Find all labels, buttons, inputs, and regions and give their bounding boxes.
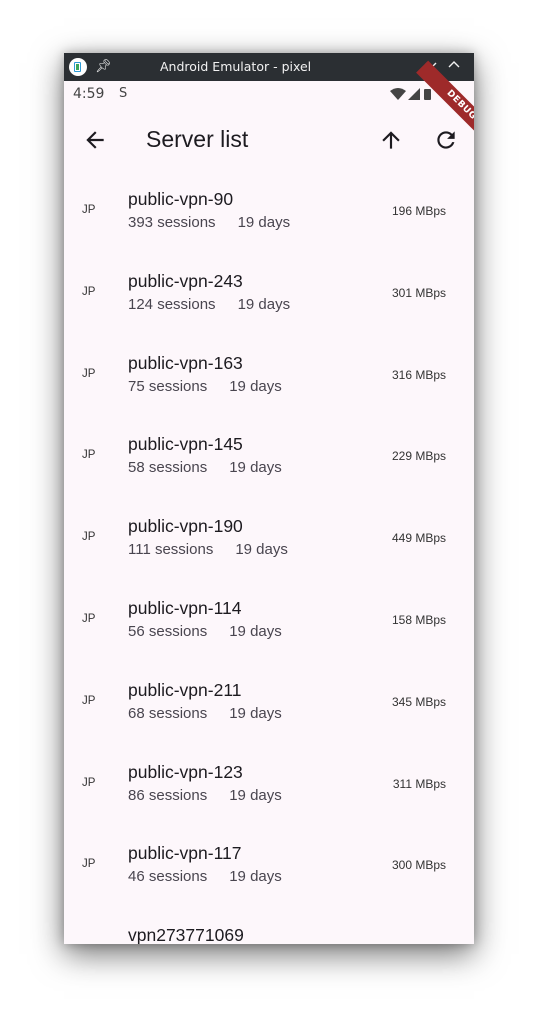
server-name: vpn273771069 xyxy=(128,925,244,944)
country-code: JP xyxy=(82,694,96,707)
server-speed: 449 MBps xyxy=(391,531,446,546)
server-meta: 75 sessions 19 days xyxy=(128,378,282,396)
country-code: JP xyxy=(82,612,96,625)
server-speed: 158 MBps xyxy=(391,612,446,627)
list-item[interactable]: JP public-vpn-243 124 sessions 19 days 30… xyxy=(64,253,474,335)
session-count: 56 sessions xyxy=(128,622,208,640)
uptime: 19 days xyxy=(229,622,282,640)
list-item[interactable]: JP public-vpn-190 111 sessions 19 days 44… xyxy=(64,498,474,580)
uptime: 19 days xyxy=(229,377,282,395)
server-meta: 111 sessions 19 days xyxy=(128,541,288,559)
session-count: 111 sessions xyxy=(128,541,214,559)
server-speed: 300 MBps xyxy=(391,858,446,873)
server-meta: 58 sessions 19 days xyxy=(128,459,282,477)
uptime: 19 days xyxy=(237,295,291,313)
server-name: public-vpn-145 xyxy=(128,434,243,455)
list-item[interactable]: JP public-vpn-163 75 sessions 19 days 316… xyxy=(64,335,474,417)
country-code: JP xyxy=(82,367,96,380)
uptime: 19 days xyxy=(229,704,282,722)
app-bar: Server list xyxy=(64,107,474,171)
server-name: public-vpn-190 xyxy=(128,516,243,537)
list-item[interactable]: JP public-vpn-114 56 sessions 19 days 158… xyxy=(64,580,474,662)
server-meta: 393 sessions 19 days xyxy=(128,214,290,232)
server-meta: 68 sessions 19 days xyxy=(128,705,282,723)
list-item[interactable]: JP public-vpn-90 393 sessions 19 days 196… xyxy=(64,171,474,253)
server-name: public-vpn-114 xyxy=(128,597,242,618)
server-list: JP public-vpn-90 393 sessions 19 days 196… xyxy=(64,171,474,944)
server-name: public-vpn-123 xyxy=(128,761,243,782)
country-code: JP xyxy=(82,858,96,871)
session-count: 124 sessions xyxy=(128,295,216,313)
server-speed: 345 MBps xyxy=(391,694,446,709)
session-count: 46 sessions xyxy=(128,868,208,886)
server-speed: 311 MBps xyxy=(392,776,446,791)
android-emulator-icon xyxy=(69,58,87,76)
server-name: public-vpn-243 xyxy=(128,270,243,291)
pin-icon[interactable]: 📌︎ xyxy=(95,58,112,76)
server-meta: 86 sessions 19 days xyxy=(128,787,282,805)
status-time: 4:59 xyxy=(73,86,105,102)
emulator-window: 📌︎ Android Emulator - pixel 4:59 S DEBUG… xyxy=(64,53,474,944)
list-item[interactable]: vpn273771069 xyxy=(64,907,474,944)
list-item[interactable]: JP public-vpn-211 68 sessions 19 days 345… xyxy=(64,662,474,744)
server-name: public-vpn-211 xyxy=(128,679,242,700)
list-item[interactable]: JP public-vpn-145 58 sessions 19 days 229… xyxy=(64,416,474,498)
window-titlebar: 📌︎ Android Emulator - pixel xyxy=(64,53,474,81)
refresh-icon[interactable] xyxy=(433,127,459,153)
server-meta: 124 sessions 19 days xyxy=(128,296,290,314)
signal-icon xyxy=(408,88,420,100)
server-name: public-vpn-163 xyxy=(128,352,243,373)
session-count: 68 sessions xyxy=(128,704,208,722)
country-code: JP xyxy=(82,776,96,789)
session-count: 58 sessions xyxy=(128,459,208,477)
uptime: 19 days xyxy=(229,786,282,804)
session-count: 75 sessions xyxy=(128,377,208,395)
page-title: Server list xyxy=(146,126,249,152)
uptime: 19 days xyxy=(229,459,282,477)
uptime: 19 days xyxy=(237,214,291,231)
server-speed: 301 MBps xyxy=(391,285,446,300)
server-name: public-vpn-117 xyxy=(128,843,242,864)
server-speed: 229 MBps xyxy=(391,449,446,464)
arrow-up-icon[interactable] xyxy=(378,127,404,153)
country-code: JP xyxy=(82,204,96,216)
uptime: 19 days xyxy=(229,868,282,886)
list-item[interactable]: JP public-vpn-123 86 sessions 19 days 311… xyxy=(64,744,474,826)
country-code: JP xyxy=(82,449,96,462)
arrow-left-icon[interactable] xyxy=(82,127,108,153)
wifi-icon xyxy=(390,88,406,100)
uptime: 19 days xyxy=(235,541,288,559)
server-meta: 56 sessions 19 days xyxy=(128,623,282,641)
session-count: 86 sessions xyxy=(128,786,208,804)
android-statusbar: 4:59 S xyxy=(64,81,474,107)
country-code: JP xyxy=(82,531,96,544)
notification-icon: S xyxy=(119,86,128,101)
server-speed: 316 MBps xyxy=(391,367,446,382)
server-speed: 196 MBps xyxy=(391,204,446,218)
server-name: public-vpn-90 xyxy=(128,189,234,209)
country-code: JP xyxy=(82,285,96,298)
window-title: Android Emulator - pixel xyxy=(160,59,312,74)
chevron-up-icon[interactable] xyxy=(447,58,461,72)
battery-icon xyxy=(424,89,431,100)
session-count: 393 sessions xyxy=(128,214,216,231)
server-meta: 46 sessions 19 days xyxy=(128,868,282,886)
list-item[interactable]: JP public-vpn-117 46 sessions 19 days 300… xyxy=(64,825,474,907)
